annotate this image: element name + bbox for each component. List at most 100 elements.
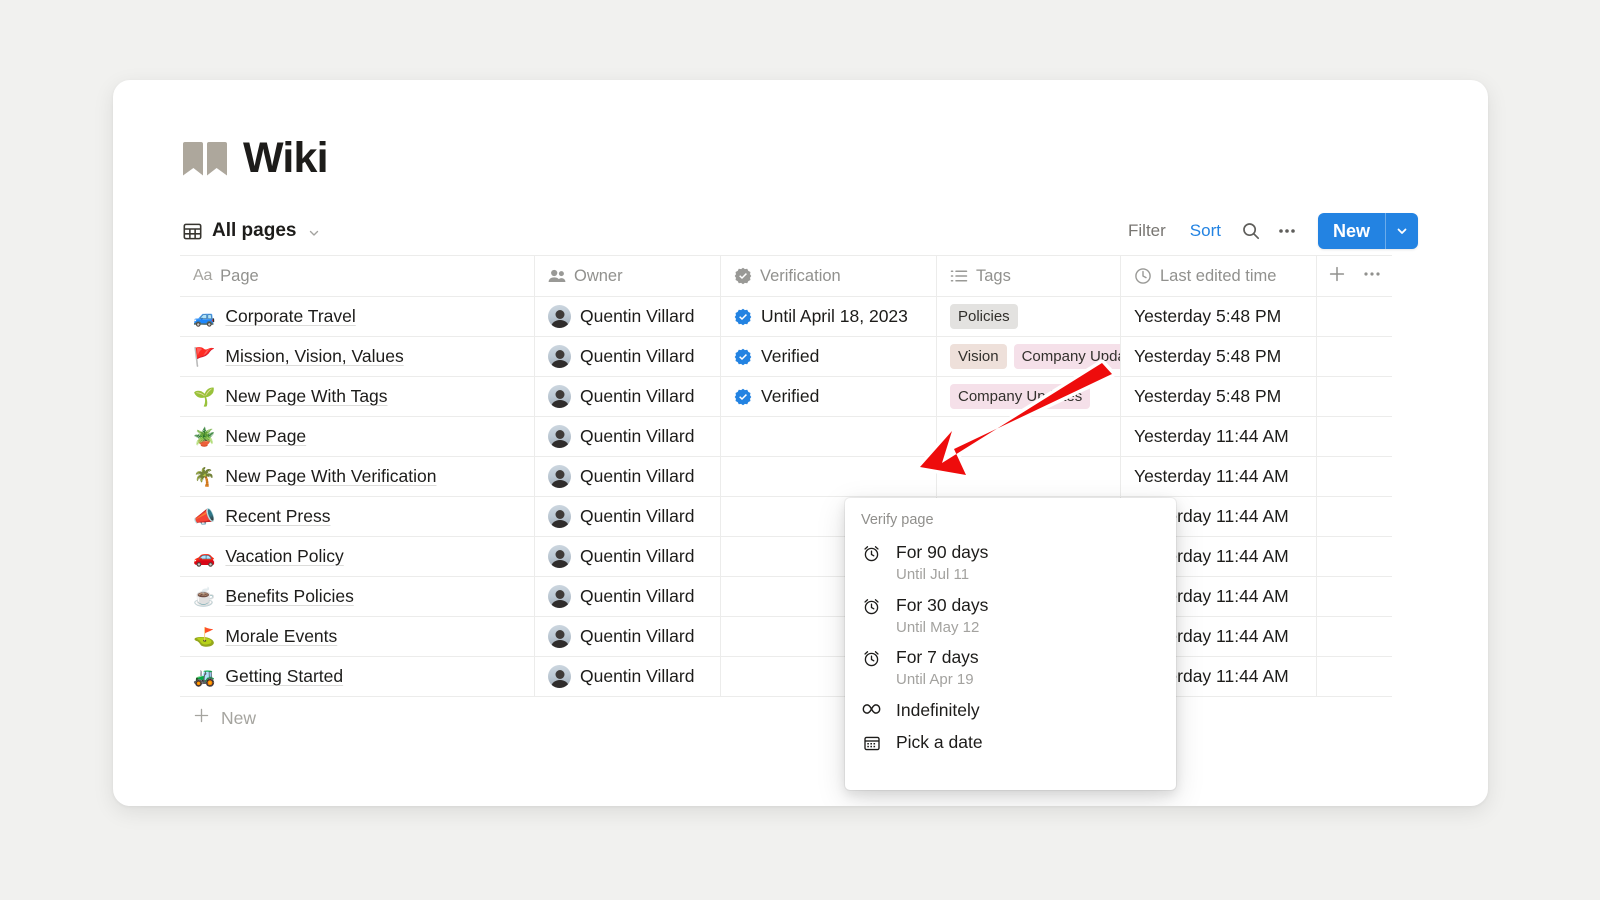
page-emoji-icon: 🚜 xyxy=(193,668,215,686)
cell-page[interactable]: 🚜 Getting Started xyxy=(180,657,535,696)
avatar xyxy=(548,625,571,648)
verify-menu-item[interactable]: Pick a date xyxy=(845,728,1176,760)
cell-page[interactable]: 🌱New Page With Tags xyxy=(180,377,535,416)
verify-page-menu: Verify page For 90 daysUntil Jul 11For 3… xyxy=(845,498,1176,790)
new-button[interactable]: New xyxy=(1318,213,1418,249)
page-title-link[interactable]: Recent Press xyxy=(225,506,330,527)
cell-verification[interactable] xyxy=(721,457,937,496)
cell-owner[interactable]: Quentin Villard xyxy=(535,457,721,496)
owner-name: Quentin Villard xyxy=(580,546,694,567)
table-body: 🚙Corporate TravelQuentin VillardUntil Ap… xyxy=(180,297,1392,697)
cell-tags[interactable] xyxy=(937,417,1121,456)
column-header-label: Last edited time xyxy=(1160,267,1276,286)
page-emoji-icon: 🪴 xyxy=(193,428,215,446)
verify-menu-item-label: Indefinitely xyxy=(896,700,980,722)
owner-name: Quentin Villard xyxy=(580,666,694,687)
column-header-label: Verification xyxy=(760,267,841,286)
page-title-link[interactable]: New Page With Tags xyxy=(225,386,387,407)
cell-verification[interactable]: Until April 18, 2023 xyxy=(721,297,937,336)
cell-page[interactable]: 🚙 Corporate Travel xyxy=(180,297,535,336)
tag-chip[interactable]: Policies xyxy=(950,304,1018,329)
cell-page[interactable]: 🚩Mission, Vision, Values xyxy=(180,337,535,376)
cell-owner[interactable]: Quentin Villard xyxy=(535,377,721,416)
column-header-tags[interactable]: Tags xyxy=(937,256,1121,296)
alarm-clock-icon xyxy=(861,595,882,616)
cell-page[interactable]: 🪴 New Page xyxy=(180,417,535,456)
pages-table: Aa Page Owner xyxy=(180,255,1392,739)
table-row[interactable]: 🪴New PageQuentin VillardYesterday 11:44 … xyxy=(180,417,1392,457)
table-row[interactable]: 🚜Getting StartedQuentin VillardYesterday… xyxy=(180,657,1392,697)
new-row[interactable]: New xyxy=(180,697,1392,739)
cell-owner[interactable]: Quentin Villard xyxy=(535,497,721,536)
cell-owner[interactable]: Quentin Villard xyxy=(535,577,721,616)
tag-chip[interactable]: Vision xyxy=(950,344,1007,369)
column-header-verification[interactable]: Verification xyxy=(721,256,937,296)
cell-owner[interactable]: Quentin Villard xyxy=(535,417,721,456)
verify-menu-item[interactable]: For 30 daysUntil May 12 xyxy=(845,591,1176,644)
new-button-chevron-down-icon[interactable] xyxy=(1386,213,1418,249)
avatar xyxy=(548,305,571,328)
cell-owner[interactable]: Quentin Villard xyxy=(535,297,721,336)
cell-tags[interactable]: Vision Company Updates xyxy=(937,337,1121,376)
table-row[interactable]: 🚙 Corporate Travel Quentin VillardUntil Ap… xyxy=(180,297,1392,337)
table-row[interactable]: ⛳Morale EventsQuentin VillardYesterday 1… xyxy=(180,617,1392,657)
verify-menu-item[interactable]: For 7 daysUntil Apr 19 xyxy=(845,643,1176,696)
verify-menu-item[interactable]: For 90 daysUntil Jul 11 xyxy=(845,538,1176,591)
cell-page[interactable]: 🚗Vacation Policy xyxy=(180,537,535,576)
cell-verification[interactable]: Verified xyxy=(721,337,937,376)
page-title-link[interactable]: Corporate Travel xyxy=(225,306,355,327)
more-options-icon[interactable] xyxy=(1269,215,1305,247)
table-row[interactable]: 🚩Mission, Vision, ValuesQuentin VillardV… xyxy=(180,337,1392,377)
search-icon[interactable] xyxy=(1233,215,1269,247)
table-row[interactable]: 🌴New Page With VerificationQuentin Villa… xyxy=(180,457,1392,497)
cell-owner[interactable]: Quentin Villard xyxy=(535,617,721,656)
people-icon xyxy=(548,268,566,284)
page-title-link[interactable]: Morale Events xyxy=(225,626,337,647)
view-toolbar: All pages Filter Sort xyxy=(180,210,1418,252)
page-emoji-icon: 🚙 xyxy=(193,308,215,326)
cell-tags[interactable]: Company Updates xyxy=(937,377,1121,416)
table-row[interactable]: 🚗Vacation PolicyQuentin VillardYesterday… xyxy=(180,537,1392,577)
column-header-owner[interactable]: Owner xyxy=(535,256,721,296)
table-row[interactable]: ☕Benefits PoliciesQuentin VillardYesterd… xyxy=(180,577,1392,617)
cell-owner[interactable]: Quentin Villard xyxy=(535,657,721,696)
cell-tags[interactable] xyxy=(937,457,1121,496)
page-title-row: Wiki xyxy=(183,137,328,180)
view-tab-all-pages[interactable]: All pages xyxy=(180,217,328,245)
table-row[interactable]: 🌱New Page With TagsQuentin VillardVerifi… xyxy=(180,377,1392,417)
verify-menu-item[interactable]: Indefinitely xyxy=(845,696,1176,728)
column-more-ellipsis-icon[interactable] xyxy=(1362,265,1382,288)
page-title-link[interactable]: New Page With Verification xyxy=(225,466,436,487)
table-row[interactable]: 📣Recent PressQuentin VillardCompany Upda… xyxy=(180,497,1392,537)
column-header-page[interactable]: Aa Page xyxy=(180,256,535,296)
tag-chip[interactable]: Company Updates xyxy=(1014,344,1121,369)
verify-menu-item-label: For 30 days xyxy=(896,595,988,617)
cell-owner[interactable]: Quentin Villard xyxy=(535,337,721,376)
filter-button[interactable]: Filter xyxy=(1116,215,1178,247)
page-title-link[interactable]: Vacation Policy xyxy=(225,546,343,567)
cell-page[interactable]: ☕Benefits Policies xyxy=(180,577,535,616)
cell-page[interactable]: 🌴New Page With Verification xyxy=(180,457,535,496)
avatar xyxy=(548,425,571,448)
cell-verification[interactable]: Verified xyxy=(721,377,937,416)
page-title-link[interactable]: Mission, Vision, Values xyxy=(225,346,403,367)
cell-tags[interactable]: Policies xyxy=(937,297,1121,336)
page-title-link[interactable]: New Page xyxy=(225,426,306,447)
infinity-icon xyxy=(861,700,882,716)
verify-menu-items: For 90 daysUntil Jul 11For 30 daysUntil … xyxy=(845,538,1176,760)
verify-menu-item-label: Pick a date xyxy=(896,732,983,754)
cell-verification[interactable] xyxy=(721,417,937,456)
cell-owner[interactable]: Quentin Villard xyxy=(535,537,721,576)
cell-page[interactable]: 📣Recent Press xyxy=(180,497,535,536)
column-header-last-edited-time[interactable]: Last edited time xyxy=(1121,256,1317,296)
page-title-link[interactable]: Benefits Policies xyxy=(225,586,353,607)
sort-button[interactable]: Sort xyxy=(1178,215,1233,247)
last-edited-time-text: Yesterday 5:48 PM xyxy=(1134,306,1281,327)
verify-menu-header: Verify page xyxy=(845,506,1176,538)
tag-chip[interactable]: Company Updates xyxy=(950,384,1090,409)
verify-menu-item-label: For 7 days xyxy=(896,647,979,669)
cell-page[interactable]: ⛳Morale Events xyxy=(180,617,535,656)
cell-row-actions xyxy=(1317,537,1392,576)
add-column-plus-icon[interactable] xyxy=(1328,265,1346,288)
page-title-link[interactable]: Getting Started xyxy=(225,666,343,687)
